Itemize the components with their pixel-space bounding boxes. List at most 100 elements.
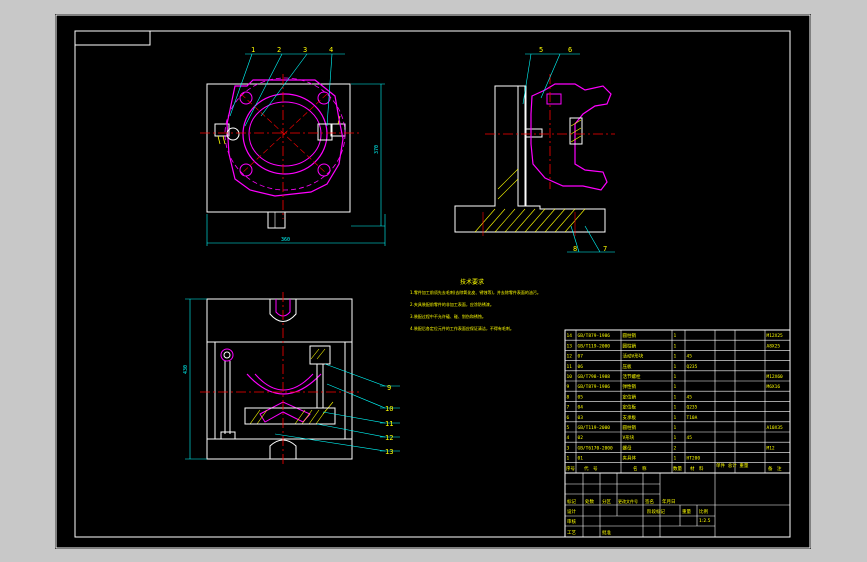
bom-cell-material: 45 bbox=[687, 435, 693, 441]
corner-title-box bbox=[75, 31, 151, 46]
bom-cell-no: 12 bbox=[567, 354, 573, 360]
bom-header-material: 材 料 bbox=[690, 465, 704, 472]
bom-header-code: 代 号 bbox=[584, 465, 598, 472]
tb-label-3: 分区 bbox=[602, 498, 611, 505]
balloon-11: 11 bbox=[385, 420, 393, 428]
bom-cell-qty: 1 bbox=[674, 384, 677, 390]
bom-cell-no: 8 bbox=[567, 394, 570, 400]
bom-cell-note: A8X25 bbox=[767, 343, 781, 349]
bom-cell-no: 9 bbox=[567, 384, 570, 390]
side-view: 5 6 7 8 bbox=[454, 46, 615, 253]
balloon-12: 12 bbox=[385, 434, 393, 442]
bom-cell-code: 04 bbox=[578, 405, 584, 411]
bom-cell-code: GB/T6170-2000 bbox=[578, 445, 614, 451]
dim-front-height: 430 bbox=[183, 365, 189, 374]
bom-cell-code: GB/T119-2000 bbox=[578, 425, 611, 431]
bom-cell-qty: 1 bbox=[674, 354, 677, 360]
bom-header-no: 序号 bbox=[566, 465, 575, 472]
bom-cell-qty: 1 bbox=[674, 425, 677, 431]
bom-cell-name: 压板 bbox=[623, 363, 632, 370]
bom-cell-qty: 1 bbox=[674, 456, 677, 462]
bom-cell-name: 圆柱销 bbox=[623, 424, 637, 431]
bom-cell-code: 03 bbox=[578, 415, 584, 421]
bom-cell-code: 07 bbox=[578, 354, 584, 360]
bom-cell-name: 圆柱销 bbox=[623, 332, 637, 339]
bom-cell-code: GB/T879-1986 bbox=[578, 333, 611, 339]
bom-header-weight: 单件 总计 重量 bbox=[716, 462, 749, 469]
bom-cell-qty: 1 bbox=[674, 343, 677, 349]
balloon-1: 1 bbox=[251, 46, 255, 54]
bom-cell-no: 11 bbox=[567, 364, 573, 370]
drawing-viewport[interactable]: 360 370 1 2 3 4 5 6 7 8 430 9 10 11 12 1… bbox=[55, 14, 811, 549]
bom-cell-name: V形块 bbox=[623, 434, 635, 441]
bom-header-name: 名 称 bbox=[633, 465, 647, 472]
bom-cell-material: HT200 bbox=[687, 456, 701, 462]
bom-cell-name: 圆柱销 bbox=[623, 342, 637, 349]
tech-requirements-title: 技术要求 bbox=[460, 278, 484, 286]
bom-cell-no: 6 bbox=[567, 415, 570, 421]
bom-cell-note: M6X16 bbox=[767, 384, 781, 390]
balloon-3: 3 bbox=[303, 46, 307, 54]
bom-cell-code: GB/T798-1988 bbox=[578, 374, 611, 380]
sheet-inner-frame bbox=[74, 30, 791, 538]
tb-label-1: 标记 bbox=[567, 498, 576, 505]
tb-designer: 设计 bbox=[567, 508, 576, 515]
tech-line-3: 3.装配过程中不允许磕、碰、划伤和锈蚀。 bbox=[410, 313, 486, 319]
tb-label-4: 更改文件号 bbox=[618, 498, 638, 504]
bom-cell-name: 螺母 bbox=[623, 444, 632, 451]
bom-cell-name: 定位销 bbox=[623, 393, 637, 400]
bom-cell-material: Q235 bbox=[687, 405, 698, 411]
bom-cell-note: A10X35 bbox=[767, 425, 784, 431]
tb-weight: 重量 bbox=[682, 508, 691, 515]
front-view: 430 9 10 11 12 13 bbox=[183, 292, 400, 466]
bom-cell-qty: 1 bbox=[674, 415, 677, 421]
bom-cell-qty: 1 bbox=[674, 435, 677, 441]
bom-cell-name: 弹性销 bbox=[623, 383, 637, 390]
tb-stage: 阶段标记 bbox=[647, 508, 665, 515]
bom-cell-qty: 1 bbox=[674, 394, 677, 400]
bom-header-note: 备 注 bbox=[768, 465, 782, 472]
bom-cell-name: 活节螺栓 bbox=[623, 373, 641, 380]
dim-top-width: 360 bbox=[281, 237, 290, 243]
bom-cell-no: 1 bbox=[567, 456, 570, 462]
bom-cell-name: 定位板 bbox=[623, 404, 637, 411]
tb-label-5: 签名 bbox=[645, 498, 654, 505]
tb-label-6: 年月日 bbox=[662, 498, 676, 505]
bom-cell-no: 10 bbox=[567, 374, 573, 380]
cad-drawing: 360 370 1 2 3 4 5 6 7 8 430 9 10 11 12 1… bbox=[55, 14, 811, 549]
tech-line-4: 4.装配后各定位元件的工作表面应保证清洁，不得有毛刺。 bbox=[410, 325, 514, 331]
bom-cell-code: 02 bbox=[578, 435, 584, 441]
bom-cell-qty: 2 bbox=[674, 445, 677, 451]
bom-cell-name: 支承板 bbox=[623, 414, 637, 421]
bom-cell-material: 45 bbox=[687, 394, 693, 400]
bom-cell-code: 01 bbox=[578, 456, 584, 462]
bom-cell-material: T10A bbox=[687, 415, 698, 421]
bom-cell-no: 3 bbox=[567, 445, 570, 451]
bom-cell-note: M12 bbox=[767, 445, 775, 451]
balloon-6: 6 bbox=[568, 46, 572, 54]
bom-cell-note: M12X25 bbox=[767, 333, 784, 339]
bom-cell-code: 06 bbox=[578, 364, 584, 370]
tb-craft: 工艺 bbox=[567, 530, 576, 536]
bom-cell-qty: 1 bbox=[674, 333, 677, 339]
bom-cell-code: GB/T879-1986 bbox=[578, 384, 611, 390]
tb-reviewer: 审核 bbox=[567, 518, 576, 525]
bom-cell-no: 4 bbox=[567, 435, 570, 441]
bom-cell-no: 7 bbox=[567, 405, 570, 411]
balloon-9: 9 bbox=[387, 384, 391, 392]
bom-cell-no: 14 bbox=[567, 333, 573, 339]
title-block: 标记 处数 分区 更改文件号 签名 年月日 设计 阶段标记 重量 比例 1:2.… bbox=[564, 472, 791, 538]
bom-cell-note: M12X60 bbox=[767, 374, 784, 380]
tb-scale: 1:2.5 bbox=[699, 518, 711, 524]
balloon-13: 13 bbox=[385, 448, 393, 456]
tech-line-1: 1.零件加工前须先去毛刺(去除氧化皮、锈蚀等)，并去除零件表面的油污。 bbox=[410, 289, 541, 295]
bom-header-qty: 数量 bbox=[673, 465, 682, 472]
balloon-4: 4 bbox=[329, 46, 333, 54]
bom-cell-name: 活动V形块 bbox=[623, 353, 644, 360]
tb-scale-label: 比例 bbox=[699, 508, 708, 515]
bom-cell-qty: 1 bbox=[674, 364, 677, 370]
tb-approve: 批准 bbox=[602, 529, 611, 536]
bom-cell-no: 13 bbox=[567, 343, 573, 349]
dim-top-height: 370 bbox=[374, 145, 380, 154]
tech-line-2: 2.夹具装配前零件的非加工表面，应涂防锈漆。 bbox=[410, 301, 494, 307]
